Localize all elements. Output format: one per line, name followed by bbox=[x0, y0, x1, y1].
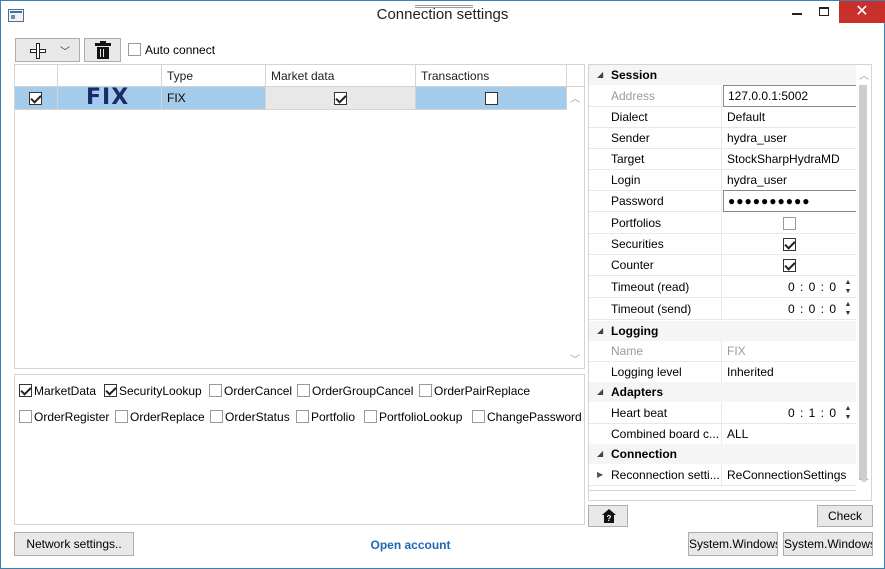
col-header-market-data[interactable]: Market data bbox=[266, 65, 416, 87]
category-connection[interactable]: ◢ Connection bbox=[589, 444, 857, 464]
securities-checkbox[interactable] bbox=[783, 238, 796, 251]
table-row[interactable]: FIX FIX bbox=[15, 87, 567, 110]
prop-sender[interactable]: Sender hydra_user bbox=[589, 128, 857, 149]
prop-address[interactable]: Address 127.0.0.1:5002 bbox=[589, 85, 857, 107]
msgtype-orderregister[interactable]: OrderRegister bbox=[19, 409, 109, 424]
maximize-button[interactable] bbox=[809, 1, 839, 23]
prop-login[interactable]: Login hydra_user bbox=[589, 170, 857, 191]
scroll-up-icon[interactable]: ︿ bbox=[570, 90, 580, 105]
prop-log-name[interactable]: Name FIX bbox=[589, 341, 857, 362]
col-header-transactions[interactable]: Transactions bbox=[416, 65, 567, 87]
add-connection-button[interactable]: ﹀ bbox=[15, 38, 80, 62]
prop-target[interactable]: Target StockSharpHydraMD bbox=[589, 149, 857, 170]
maximize-icon bbox=[819, 7, 829, 16]
category-logging[interactable]: ◢ Logging bbox=[589, 321, 857, 341]
fix-logo: FIX bbox=[86, 85, 130, 110]
heart-beat-spinner[interactable]: ▲ ▼ bbox=[841, 404, 855, 423]
prop-dialect[interactable]: Dialect Default bbox=[589, 107, 857, 128]
prop-timeout-read[interactable]: Timeout (read) 0 : 0 : 0 ▲ ▼ bbox=[589, 277, 857, 298]
timeout-send-value[interactable]: 0 : 0 : 0 bbox=[788, 299, 837, 320]
logo-cell: FIX bbox=[58, 87, 162, 109]
auto-connect-checkbox[interactable]: Auto connect bbox=[128, 42, 215, 57]
scroll-thumb[interactable] bbox=[859, 85, 867, 480]
heart-beat-value[interactable]: 0 : 1 : 0 bbox=[788, 403, 837, 424]
msgtype-orderstatus[interactable]: OrderStatus bbox=[210, 409, 290, 424]
msgtype-ordergroupcancel[interactable]: OrderGroupCancel bbox=[297, 383, 413, 398]
property-scrollbar[interactable]: ︿ ﹀ bbox=[856, 65, 871, 500]
msgtype-portfolio[interactable]: Portfolio bbox=[296, 409, 355, 424]
enabled-checkbox[interactable] bbox=[29, 92, 42, 105]
auto-connect-label: Auto connect bbox=[145, 42, 216, 57]
market-data-cell[interactable] bbox=[266, 87, 416, 109]
password-input[interactable]: ●●●●●●●●●● bbox=[723, 190, 857, 212]
prop-password[interactable]: Password ●●●●●●●●●● bbox=[589, 190, 857, 212]
collapse-triangle-icon[interactable]: ◢ bbox=[597, 382, 603, 402]
minimize-icon bbox=[792, 13, 802, 15]
timeout-read-spinner[interactable]: ▲ ▼ bbox=[841, 278, 855, 297]
category-adapters[interactable]: ◢ Adapters bbox=[589, 382, 857, 402]
home-help-icon: ? bbox=[602, 509, 616, 523]
col-header-enabled[interactable] bbox=[15, 65, 58, 87]
col-header-logo[interactable] bbox=[58, 65, 162, 87]
market-data-checkbox[interactable] bbox=[334, 92, 347, 105]
msgtype-orderreplace[interactable]: OrderReplace bbox=[115, 409, 205, 424]
network-settings-button[interactable]: Network settings.. bbox=[14, 532, 134, 556]
transactions-checkbox[interactable] bbox=[485, 92, 498, 105]
address-input[interactable]: 127.0.0.1:5002 bbox=[723, 85, 857, 107]
portfolios-checkbox[interactable] bbox=[783, 217, 796, 230]
msgtype-orderpairreplace[interactable]: OrderPairReplace bbox=[419, 383, 530, 398]
expand-triangle-icon[interactable]: ▶ bbox=[597, 470, 603, 479]
window-title: Connection settings bbox=[376, 6, 509, 23]
title-bar[interactable]: Connection settings ✕ bbox=[1, 1, 885, 31]
prop-heart-beat[interactable]: Heart beat 0 : 1 : 0 ▲ ▼ bbox=[589, 403, 857, 424]
prop-securities[interactable]: Securities bbox=[589, 234, 857, 255]
prop-portfolios[interactable]: Portfolios bbox=[589, 213, 857, 234]
help-button[interactable]: ? bbox=[588, 505, 628, 527]
collapse-triangle-icon[interactable]: ◢ bbox=[597, 444, 603, 464]
message-types-panel: MarketData SecurityLookup OrderCancel Or… bbox=[14, 374, 585, 525]
grid-header: Type Market data Transactions bbox=[15, 65, 584, 87]
system-button-1[interactable]: System.Windows.Forms.Button bbox=[688, 532, 778, 556]
msgtype-ordercancel[interactable]: OrderCancel bbox=[209, 383, 292, 398]
counter-checkbox[interactable] bbox=[783, 259, 796, 272]
msgtype-changepassword[interactable]: ChangePassword bbox=[472, 409, 582, 424]
collapse-triangle-icon[interactable]: ◢ bbox=[597, 321, 603, 341]
scroll-down-icon[interactable]: ﹀ bbox=[570, 351, 580, 366]
msgtype-marketdata[interactable]: MarketData bbox=[19, 383, 96, 398]
connections-grid: Type Market data Transactions FIX FIX ︿ … bbox=[14, 64, 585, 369]
check-button[interactable]: Check bbox=[817, 505, 873, 527]
enabled-cell[interactable] bbox=[15, 87, 58, 109]
connection-settings-window: Connection settings ✕ ﹀ Auto connect Typ… bbox=[0, 0, 885, 569]
type-cell: FIX bbox=[162, 87, 266, 109]
prop-combined-board[interactable]: Combined board c... ALL bbox=[589, 424, 857, 445]
scroll-down-icon[interactable]: ﹀ bbox=[859, 475, 869, 490]
scroll-up-icon[interactable]: ︿ bbox=[859, 67, 869, 82]
msgtype-portfoliolookup[interactable]: PortfolioLookup bbox=[364, 409, 462, 424]
prop-logging-level[interactable]: Logging level Inherited bbox=[589, 362, 857, 383]
description-divider bbox=[589, 490, 857, 491]
open-account-link[interactable]: Open account bbox=[342, 538, 479, 552]
col-header-type[interactable]: Type bbox=[162, 65, 266, 87]
prop-timeout-send[interactable]: Timeout (send) 0 : 0 : 0 ▲ ▼ bbox=[589, 299, 857, 320]
msgtype-securitylookup[interactable]: SecurityLookup bbox=[104, 383, 202, 398]
close-icon: ✕ bbox=[855, 3, 869, 20]
chevron-down-icon: ﹀ bbox=[60, 47, 70, 58]
delete-connection-button[interactable] bbox=[84, 38, 121, 62]
system-button-2[interactable]: System.Windows.Forms.Button bbox=[783, 532, 873, 556]
prop-reconnection[interactable]: ▶ Reconnection setti... ReConnectionSettin… bbox=[589, 465, 857, 486]
auto-connect-check-box[interactable] bbox=[128, 43, 141, 57]
timeout-read-value[interactable]: 0 : 0 : 0 bbox=[788, 277, 837, 298]
prop-counter[interactable]: Counter bbox=[589, 255, 857, 276]
collapse-triangle-icon[interactable]: ◢ bbox=[597, 65, 603, 85]
close-button[interactable]: ✕ bbox=[839, 1, 885, 23]
grid-scrollbar[interactable]: ︿ ﹀ bbox=[567, 87, 584, 368]
transactions-cell[interactable] bbox=[416, 87, 567, 109]
minimize-button[interactable] bbox=[782, 1, 812, 23]
timeout-send-spinner[interactable]: ▲ ▼ bbox=[841, 300, 855, 319]
category-session[interactable]: ◢ Session bbox=[589, 65, 857, 85]
property-grid: ◢ Session Address 127.0.0.1:5002 Dialect De… bbox=[588, 64, 872, 501]
